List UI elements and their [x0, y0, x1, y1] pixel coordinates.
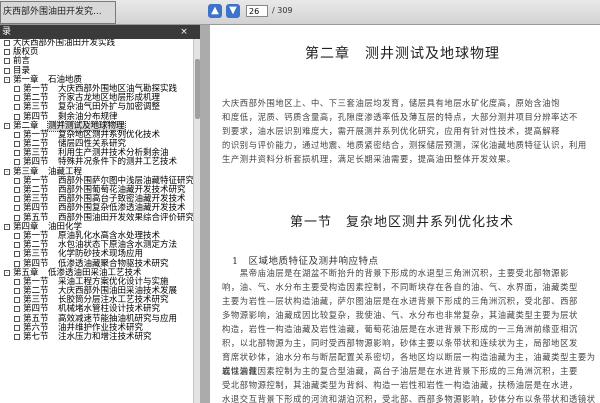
toolbar: 庆西部外围油田开发究... ▲ ▼ 26 / 309 [0, 0, 600, 25]
bookmark-leaf-icon [14, 205, 20, 212]
bookmark-leaf-icon [14, 297, 20, 304]
bookmark-leaf-icon [14, 187, 20, 193]
text-line: 或以岩性因素控制为主的复合型油藏，高台子油层是在水进背景下形成的三角洲沉积，主要 [222, 366, 578, 376]
bookmark-leaf-icon [14, 242, 20, 249]
section-title: 第一节 复杂地区测井系列优化技术 [290, 215, 515, 230]
bookmark-tree: 大庆西部外围油田开发实践 版权页 前言 目录 - 第一章 石油地质 第一节 大庆西部外围地区油气… [0, 39, 193, 403]
subsection-title: 1 区域地质特征及测井响应特点 [232, 256, 379, 267]
bookmark-leaf-icon [4, 49, 10, 56]
bookmark-leaf-icon [14, 214, 20, 221]
close-icon[interactable]: × [178, 26, 190, 38]
collapse-toggle-icon[interactable]: - [4, 76, 10, 83]
collapse-toggle-icon[interactable]: - [4, 168, 10, 175]
bookmark-leaf-icon [14, 159, 20, 166]
bookmark-leaf-icon [14, 104, 20, 111]
bookmark-leaf-icon [14, 95, 20, 102]
text-line: 多物源影响，油藏成因比较复杂，我使油、气、水分布也非常复杂，其油藏类型主要为层状 [222, 310, 578, 320]
bookmark-item[interactable]: 第七节 注水压力和增注技术研究 [0, 332, 193, 342]
text-line: 生产测井资料分析套损机理，满足长期采油需要，提高油田整体开发效果。 [222, 154, 516, 164]
sidebar-scrollbar[interactable] [193, 39, 200, 403]
bookmark-leaf-icon [14, 85, 20, 92]
text-line: 积，以北部物源为主，同时受西部物源影响，砂体主要以条带状和连续状为主，局部地区发 [222, 338, 578, 348]
text-line: 到要求，油水层识别难度大，需开展测井系列优化研究，应用有针对性技术，提高解释 [222, 126, 561, 136]
bookmarks-panel: 录 × 大庆西部外围油田开发实践 版权页 前言 目录 - 第一章 石油地质 第一节 大庆西部外围… [0, 25, 200, 403]
bookmark-leaf-icon [14, 288, 20, 295]
bookmark-leaf-icon [14, 141, 20, 148]
chapter-title: 第二章 测井测试及地球物理 [305, 46, 500, 62]
text-line: 构造，岩性一构造油藏及岩性油藏，葡萄花油层是在水进背景下形成的一三角洲前缘亚相沉 [222, 324, 578, 334]
bookmark-leaf-icon [4, 40, 10, 46]
collapse-toggle-icon[interactable]: - [4, 269, 10, 276]
bookmark-leaf-icon [14, 196, 20, 203]
text-line: 主要为岩性—层状构造油藏，萨尔图油层是在水进背景下形成的三角洲沉积，受北部、西部 [222, 296, 578, 306]
text-line: 大庆西部外围地区上、中、下三套油层均发育，储层具有地层水矿化度高，原始含油饱 [222, 98, 561, 108]
previous-page-button[interactable]: ▲ [208, 4, 222, 18]
bookmark-leaf-icon [14, 315, 20, 322]
text-line: 受北部物源控制，其油藏类型为背斜、构造一岩性和岩性一构造油藏，扶杨油层是在水进， [222, 380, 578, 390]
bookmark-prefix: 第七节 [23, 332, 49, 342]
bookmark-leaf-icon [14, 334, 20, 340]
bookmark-leaf-icon [14, 260, 20, 267]
text-line: 水退交互背景下形成的河流和湖泊沉积，受北部、西部多物源影响，砂体分布以条带状和透… [222, 394, 596, 403]
bookmark-leaf-icon [14, 306, 20, 313]
text-line: 的识别与评价能力，通过地震、地质紧密结合，测探储层预测，深化油藏地质特征认识，利… [222, 140, 587, 150]
page-number-input[interactable]: 26 [246, 5, 268, 17]
collapse-toggle-icon[interactable]: - [4, 223, 10, 230]
bookmark-leaf-icon [4, 67, 10, 74]
bookmark-leaf-icon [14, 131, 20, 138]
page-gutter [200, 25, 210, 403]
text-line: 黑帝庙油层是在湖盆不断抬升的背景下形成的水退型三角洲沉积，主要受北部物源影 [222, 268, 569, 278]
document-page: 第二章 测井测试及地球物理 大庆西部外围地区上、中、下三套油层均发育，储层具有地… [210, 25, 600, 403]
text-line: 响，油、气、水分布主要受构造因素控制，不同断块存在各自的油、气、水界面，油藏类型 [222, 282, 578, 292]
bookmarks-title: 录 [2, 27, 12, 37]
bookmark-leaf-icon [4, 58, 10, 65]
document-tab[interactable]: 庆西部外围油田开发究... [0, 1, 116, 24]
bookmark-leaf-icon [14, 278, 20, 285]
next-page-button[interactable]: ▼ [226, 4, 240, 18]
bookmark-leaf-icon [14, 324, 20, 331]
bookmark-leaf-icon [14, 150, 20, 157]
bookmark-leaf-icon [14, 251, 20, 258]
bookmark-leaf-icon [14, 177, 20, 184]
page-total-label: / 309 [272, 6, 293, 15]
bookmark-leaf-icon [14, 113, 20, 120]
bookmarks-header: 录 × [0, 25, 200, 39]
bookmark-label: 注水压力和增注技术研究 [58, 332, 152, 342]
document-view: 第二章 测井测试及地球物理 大庆西部外围地区上、中、下三套油层均发育，储层具有地… [200, 25, 600, 403]
collapse-toggle-icon[interactable]: - [4, 122, 10, 129]
text-line: 和度低，泥质、钙质含量高，孔隙度渗透率低及薄互层的特点，大部分测井项目分辨率达不 [222, 112, 578, 122]
bookmark-leaf-icon [14, 232, 20, 239]
